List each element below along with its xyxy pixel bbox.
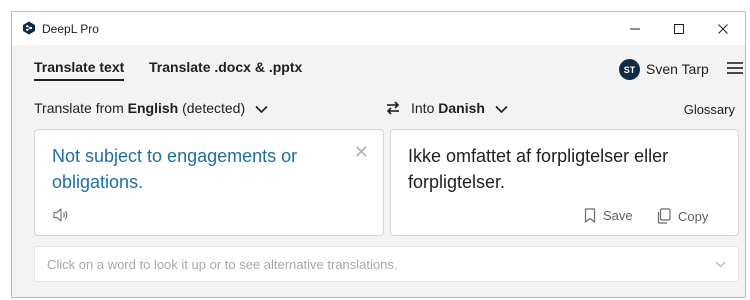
deepl-logo-icon [23,21,35,35]
save-label: Save [603,208,633,223]
close-icon [718,23,728,34]
save-button[interactable]: Save [584,208,633,223]
copy-icon [657,208,671,224]
target-text-panel: Ikke omfattet af forpligtelser eller for… [390,129,739,236]
speaker-icon[interactable] [52,207,70,223]
source-language-detected: (detected) [182,100,246,116]
window-title: DeepL Pro [42,22,99,36]
swap-languages-icon[interactable] [385,101,401,115]
source-language-prefix: Translate from [34,100,124,116]
source-text-panel[interactable]: Not subject to engagements or obligation… [34,129,384,236]
bookmark-icon [584,208,596,223]
copy-label: Copy [678,208,709,224]
source-language: English [127,100,179,116]
translated-text[interactable]: Ikke omfattet af forpligtelser eller for… [408,143,728,195]
source-language-selector[interactable]: Translate from English (detected) [34,100,268,116]
lookup-placeholder: Click on a word to look it up or to see … [47,257,398,272]
toolbar: Translate text Translate .docx & .pptx S… [12,45,745,90]
maximize-button[interactable] [657,12,701,45]
app-window: DeepL Pro Translate text Translate .docx… [11,11,746,298]
title-bar: DeepL Pro [12,12,745,45]
minimize-button[interactable] [613,12,657,45]
target-language-prefix: Into [411,100,435,116]
user-name[interactable]: Sven Tarp [646,61,709,77]
copy-button[interactable]: Copy [656,208,708,224]
hamburger-menu-icon[interactable] [726,60,744,76]
maximize-icon [674,23,684,34]
glossary-button[interactable]: Glossary [684,102,735,117]
minimize-icon [630,28,640,29]
source-text[interactable]: Not subject to engagements or obligation… [52,143,342,195]
target-language-selector[interactable]: Into Danish [411,100,508,116]
tab-translate-documents[interactable]: Translate .docx & .pptx [149,59,302,75]
chevron-down-icon [495,105,508,113]
language-bar: Translate from English (detected) Into D… [12,90,745,126]
avatar[interactable]: ST [619,59,640,80]
chevron-down-icon[interactable] [715,261,726,268]
tab-translate-text[interactable]: Translate text [34,59,125,81]
dictionary-lookup-bar[interactable]: Click on a word to look it up or to see … [34,246,739,282]
target-language: Danish [438,100,485,116]
close-button[interactable] [701,12,745,45]
chevron-down-icon [255,105,268,113]
clear-text-button[interactable]: ✕ [354,142,369,163]
